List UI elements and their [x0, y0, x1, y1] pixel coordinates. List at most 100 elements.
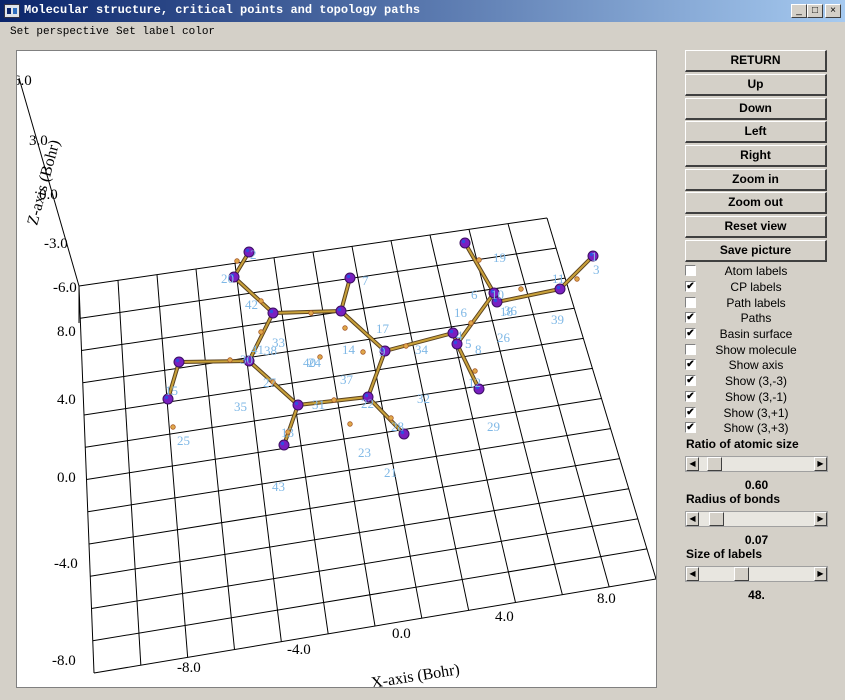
x-tick-label: -4.0: [287, 642, 311, 658]
slider-thumb[interactable]: [707, 457, 722, 471]
arrow-left-icon[interactable]: ◀: [686, 512, 699, 526]
bond-radius-slider[interactable]: ◀ ▶: [685, 511, 828, 527]
cp-label: 9: [379, 344, 386, 359]
return-button[interactable]: RETURN: [685, 50, 827, 72]
cp-highlight: [175, 358, 180, 363]
nuclear-cp: [344, 272, 356, 284]
save-picture-button[interactable]: Save picture: [685, 240, 827, 262]
reset-view-button[interactable]: Reset view: [685, 216, 827, 238]
grid-line: [88, 458, 620, 545]
bond-radius-label: Radius of bonds: [686, 492, 780, 506]
atomic-size-slider[interactable]: ◀ ▶: [685, 456, 828, 472]
cp-label: 10: [491, 287, 504, 302]
bond-cp: [308, 310, 314, 316]
nuclear-cp: [278, 439, 290, 451]
cp-label: 28: [391, 419, 404, 434]
minimize-button[interactable]: _: [791, 4, 807, 18]
slider-thumb[interactable]: [734, 567, 749, 581]
cp-label: 38: [264, 343, 277, 358]
option-basin-surface[interactable]: ✔ Basin surface: [685, 327, 835, 342]
checkbox[interactable]: ✔: [685, 375, 696, 386]
checkbox[interactable]: ✔: [685, 281, 696, 292]
menu-set-perspective[interactable]: Set perspective: [10, 26, 109, 38]
grid-line: [87, 428, 611, 513]
cp-label: 41: [251, 342, 264, 357]
right-button[interactable]: Right: [685, 145, 827, 167]
option-show-3+3[interactable]: ✔ Show (3,+3): [685, 421, 835, 436]
x-tick-label: 0.0: [392, 626, 411, 642]
slider-thumb[interactable]: [709, 512, 724, 526]
atomic-size-label: Ratio of atomic size: [686, 437, 799, 451]
cp-label: 43: [272, 479, 285, 494]
zoom-out-button[interactable]: Zoom out: [685, 192, 827, 214]
option-paths[interactable]: ✔ Paths: [685, 311, 835, 326]
zoom-in-button[interactable]: Zoom in: [685, 169, 827, 191]
cp-label: 3: [593, 262, 600, 277]
left-button[interactable]: Left: [685, 121, 827, 143]
option-show-3-1[interactable]: ✔ Show (3,-1): [685, 390, 835, 405]
bond-cp: [360, 349, 366, 355]
checkbox[interactable]: [685, 297, 696, 308]
bond-cp: [342, 325, 348, 331]
cp-label: 25: [177, 433, 190, 448]
bond-cp: [234, 258, 240, 264]
checkbox[interactable]: ✔: [685, 391, 696, 402]
title-bar: Molecular structure, critical points and…: [0, 0, 845, 22]
grid-line: [93, 578, 656, 674]
arrow-right-icon[interactable]: ▶: [814, 567, 827, 581]
cp-highlight: [461, 239, 466, 244]
option-path-labels[interactable]: Path labels: [685, 296, 835, 311]
checkbox[interactable]: ✔: [685, 422, 696, 433]
cp-label: 11: [552, 271, 565, 286]
path-line: [559, 255, 594, 290]
up-button[interactable]: Up: [685, 74, 827, 96]
bond-radius-value: 0.07: [744, 533, 769, 547]
cp-label: 15: [165, 383, 178, 398]
maximize-button[interactable]: □: [807, 4, 823, 18]
cp-highlight: [346, 274, 351, 279]
close-button[interactable]: ×: [825, 4, 841, 18]
bond-cp: [258, 298, 264, 304]
arrow-left-icon[interactable]: ◀: [686, 567, 699, 581]
checkbox[interactable]: [685, 344, 696, 355]
arrow-left-icon[interactable]: ◀: [686, 457, 699, 471]
checkbox[interactable]: ✔: [685, 359, 696, 370]
cp-label: 14: [342, 342, 356, 357]
checkbox[interactable]: ✔: [685, 312, 696, 323]
down-button[interactable]: Down: [685, 98, 827, 120]
option-atom-labels[interactable]: Atom labels: [685, 264, 835, 279]
checkbox[interactable]: ✔: [685, 407, 696, 418]
cp-label: 36: [504, 303, 518, 318]
x-axis-title: X-axis (Bohr): [370, 661, 461, 687]
option-show-axis[interactable]: ✔ Show axis: [685, 358, 835, 373]
cp-label: 19: [493, 250, 506, 265]
z-tick-label: -3.0: [44, 236, 68, 252]
z-tick-label: -6.0: [53, 280, 77, 296]
y-tick-label: -8.0: [52, 653, 76, 669]
cp-label: 39: [551, 312, 564, 327]
menu-set-label-color[interactable]: Set label color: [116, 26, 215, 38]
cp-label: 7: [362, 273, 369, 288]
cp-label: 5: [465, 336, 472, 351]
cp-highlight: [280, 441, 285, 446]
structure-canvas[interactable]: 6.0 3.0 0.0 -3.0 -6.0 8.0 4.0 0.0 -4.0 -…: [17, 51, 656, 687]
cp-label: 34: [415, 342, 429, 357]
label-size-slider[interactable]: ◀ ▶: [685, 566, 828, 582]
menu-bar: Set perspective Set label color: [0, 22, 845, 42]
cp-label: 37: [340, 372, 354, 387]
option-show-3+1[interactable]: ✔ Show (3,+1): [685, 406, 835, 421]
label-size-label: Size of labels: [686, 547, 763, 561]
arrow-right-icon[interactable]: ▶: [814, 457, 827, 471]
option-cp-labels[interactable]: ✔ CP labels: [685, 280, 835, 295]
checkbox[interactable]: [685, 265, 696, 276]
cp-highlight: [294, 401, 299, 406]
cp-label: 40: [303, 355, 316, 370]
bond-cp: [472, 368, 478, 374]
cp-label: 20: [221, 271, 234, 286]
arrow-right-icon[interactable]: ▶: [814, 512, 827, 526]
cp-highlight: [556, 285, 561, 290]
structure-viewport[interactable]: 6.0 3.0 0.0 -3.0 -6.0 8.0 4.0 0.0 -4.0 -…: [16, 50, 657, 688]
checkbox[interactable]: ✔: [685, 328, 696, 339]
option-show-molecule[interactable]: Show molecule: [685, 343, 835, 358]
option-show-3-3[interactable]: ✔ Show (3,-3): [685, 374, 835, 389]
